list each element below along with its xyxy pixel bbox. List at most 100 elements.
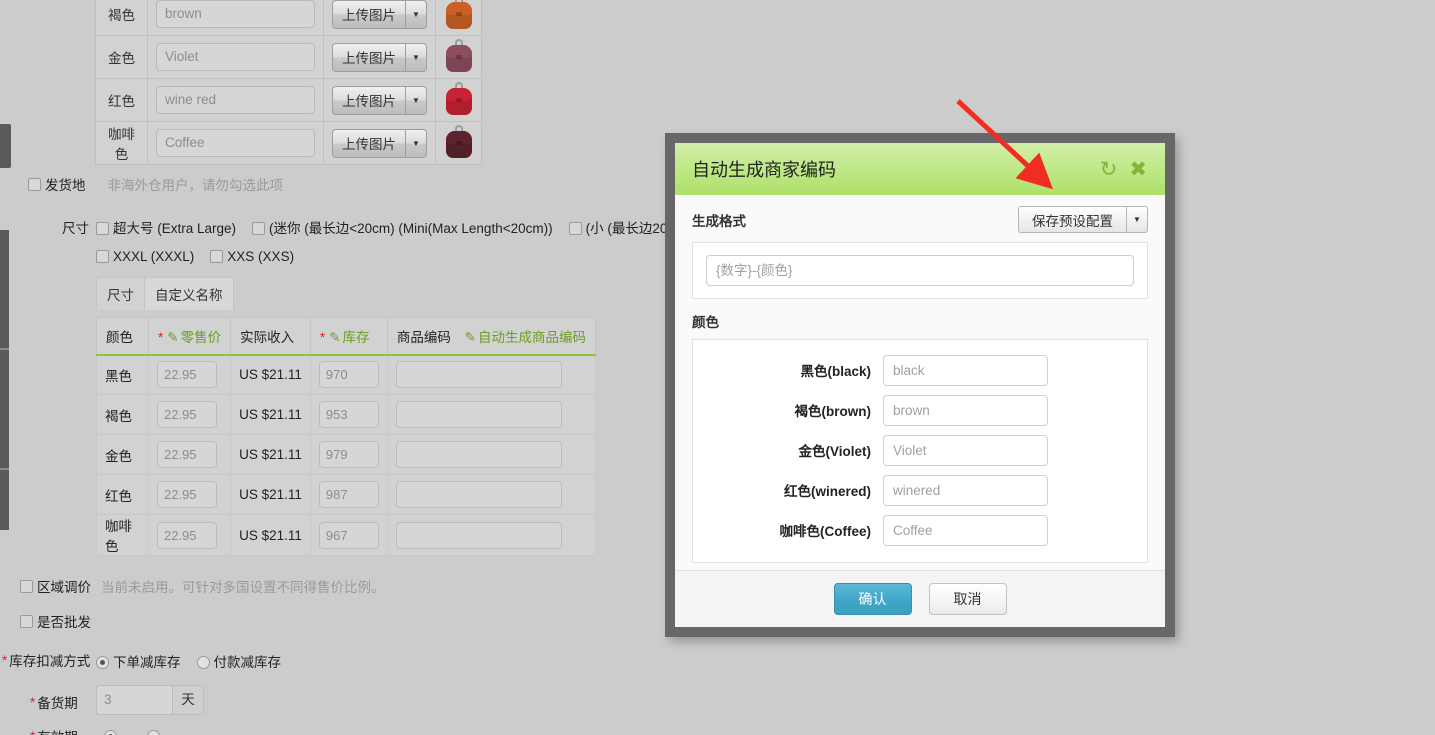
chevron-down-icon[interactable]: ▼ bbox=[405, 0, 427, 29]
ship-from-hint: 非海外仓用户，请勿勾选此项 bbox=[107, 178, 284, 193]
auto-sku-link[interactable]: 自动生成商品编码 bbox=[478, 330, 586, 345]
validity-option-2-radio[interactable] bbox=[146, 729, 160, 735]
color-field-input[interactable]: black bbox=[883, 354, 1048, 386]
validity-label-text: 有效期 bbox=[37, 726, 78, 735]
region-price-checkbox[interactable] bbox=[20, 579, 33, 593]
sku-input[interactable] bbox=[395, 441, 562, 468]
cell-color: 咖啡色 bbox=[96, 514, 149, 556]
stock-deduct-radio[interactable] bbox=[196, 656, 210, 669]
color-field-row: 金色(Violet) Violet bbox=[693, 430, 1147, 470]
close-icon[interactable]: ✖ bbox=[1129, 159, 1147, 180]
ship-from-checkbox[interactable] bbox=[28, 177, 41, 191]
size-option[interactable]: XXXL (XXXL) bbox=[96, 249, 194, 264]
auto-sku-modal: 自动生成商家编码 ↻ ✖ 生成格式 保存预设配置 ▼ {数字}-{颜色} 颜色 … bbox=[675, 143, 1165, 627]
cell-income: US $21.11 bbox=[230, 394, 311, 435]
color-value-input[interactable]: brown bbox=[156, 0, 315, 28]
col-stock-label[interactable]: 库存 bbox=[342, 330, 369, 345]
cell-retail: 22.95 bbox=[147, 474, 232, 515]
chevron-down-icon[interactable]: ▼ bbox=[405, 42, 427, 72]
cell-income: US $21.11 bbox=[230, 474, 311, 515]
required-mark: * bbox=[30, 694, 36, 710]
size-option-checkbox[interactable] bbox=[96, 250, 109, 263]
retail-price-input[interactable]: 22.95 bbox=[157, 441, 217, 468]
save-preset-button[interactable]: 保存预设配置 ▼ bbox=[1018, 206, 1148, 233]
refresh-icon[interactable]: ↻ bbox=[1100, 159, 1118, 180]
stock-deduct-option[interactable]: 下单减库存 bbox=[96, 651, 181, 671]
backpack-thumbnail[interactable] bbox=[444, 0, 474, 29]
size-option[interactable]: (小 (最长边20-3 bbox=[568, 217, 679, 237]
size-option[interactable]: XXS (XXS) bbox=[210, 249, 294, 264]
stock-input[interactable]: 979 bbox=[318, 441, 379, 468]
tab-尺寸[interactable]: 尺寸 bbox=[96, 277, 145, 310]
format-input[interactable]: {数字}-{颜色} bbox=[706, 255, 1134, 286]
upload-image-button[interactable]: 上传图片 ▼ bbox=[332, 0, 427, 29]
modal-footer: 确认 取消 bbox=[675, 570, 1165, 627]
color-value-input[interactable]: wine red bbox=[156, 86, 315, 114]
size-option-checkbox[interactable] bbox=[568, 222, 582, 235]
wholesale-checkbox[interactable] bbox=[20, 614, 33, 628]
sku-input[interactable] bbox=[395, 521, 562, 549]
validity-option-1-radio[interactable] bbox=[103, 729, 117, 735]
tab-自定义名称[interactable]: 自定义名称 bbox=[144, 277, 234, 310]
size-option-checkbox[interactable] bbox=[96, 222, 109, 235]
cell-retail: 22.95 bbox=[147, 514, 232, 556]
backpack-thumbnail[interactable] bbox=[444, 124, 474, 158]
required-mark: * bbox=[158, 329, 164, 345]
stock-input[interactable]: 967 bbox=[318, 521, 379, 549]
size-option-checkbox[interactable] bbox=[252, 222, 266, 235]
col-sku: 商品编码 ✎ 自动生成商品编码 bbox=[386, 317, 596, 356]
size-option-label: 超大号 (Extra Large) bbox=[113, 221, 237, 236]
retail-price-input[interactable]: 22.95 bbox=[157, 361, 217, 389]
sku-input[interactable] bbox=[395, 401, 562, 428]
color-field-input[interactable]: winered bbox=[883, 474, 1048, 506]
edit-icon[interactable]: ✎ bbox=[465, 330, 476, 345]
chevron-down-icon[interactable]: ▼ bbox=[405, 128, 427, 158]
chevron-down-icon[interactable]: ▼ bbox=[405, 85, 427, 115]
lead-time-input[interactable]: 3 bbox=[96, 685, 172, 715]
region-price-hint: 当前未启用。可针对多国设置不同得售价比例。 bbox=[101, 580, 385, 595]
table-row: 金色 22.95 US $21.11 979 bbox=[96, 434, 596, 475]
color-field-input[interactable]: Coffee bbox=[883, 514, 1048, 546]
edit-icon[interactable]: ✎ bbox=[167, 330, 178, 345]
sku-input[interactable] bbox=[395, 361, 562, 389]
color-upload-row: 褐色 brown 上传图片 ▼ bbox=[95, 0, 482, 36]
stock-deduct-radio[interactable] bbox=[96, 656, 109, 669]
upload-image-button[interactable]: 上传图片 ▼ bbox=[332, 128, 427, 158]
backpack-thumbnail[interactable] bbox=[444, 38, 474, 72]
chevron-down-icon[interactable]: ▼ bbox=[1126, 206, 1148, 233]
size-label-text: 尺寸 bbox=[62, 221, 89, 236]
format-section-header: 生成格式 保存预设配置 ▼ bbox=[675, 195, 1165, 242]
required-mark: * bbox=[319, 329, 326, 345]
stock-deduct-option[interactable]: 付款减库存 bbox=[196, 651, 282, 671]
color-value-input[interactable]: Coffee bbox=[156, 129, 315, 157]
size-option-label: XXS (XXS) bbox=[227, 249, 295, 264]
color-field-row: 红色(winered) winered bbox=[693, 470, 1147, 510]
stock-input[interactable]: 953 bbox=[318, 401, 379, 428]
stock-input[interactable]: 970 bbox=[318, 361, 379, 389]
color-value-cell: brown bbox=[147, 0, 324, 36]
color-value-cell: Violet bbox=[147, 35, 324, 79]
thumbnail-cell bbox=[435, 121, 482, 165]
screen: 褐色 brown 上传图片 ▼ 金色 Violet 上传图片 ▼ 红色 wine red 上传图片 ▼… bbox=[0, 0, 1435, 735]
sku-input[interactable] bbox=[395, 481, 562, 508]
color-value-input[interactable]: Violet bbox=[156, 43, 315, 71]
retail-price-input[interactable]: 22.95 bbox=[157, 521, 217, 549]
backpack-thumbnail[interactable] bbox=[444, 81, 474, 115]
retail-price-input[interactable]: 22.95 bbox=[157, 401, 217, 428]
edit-icon[interactable]: ✎ bbox=[329, 330, 340, 345]
size-option[interactable]: 超大号 (Extra Large) bbox=[96, 217, 236, 237]
cell-retail: 22.95 bbox=[147, 354, 232, 395]
stock-input[interactable]: 987 bbox=[318, 481, 379, 508]
upload-image-button[interactable]: 上传图片 ▼ bbox=[332, 85, 427, 115]
retail-price-input[interactable]: 22.95 bbox=[157, 481, 217, 508]
upload-image-button[interactable]: 上传图片 ▼ bbox=[332, 42, 427, 72]
stock-deduct-option-label: 付款减库存 bbox=[213, 655, 282, 670]
size-option-checkbox[interactable] bbox=[210, 250, 224, 263]
confirm-button[interactable]: 确认 bbox=[833, 583, 912, 615]
color-field-input[interactable]: Violet bbox=[883, 434, 1048, 466]
color-field-input[interactable]: brown bbox=[883, 394, 1048, 426]
cancel-button[interactable]: 取消 bbox=[928, 583, 1007, 615]
cell-sku bbox=[386, 434, 596, 475]
size-option[interactable]: (迷你 (最长边<20cm) (Mini(Max Length<20cm)) bbox=[252, 217, 553, 237]
col-retail-label[interactable]: 零售价 bbox=[181, 330, 222, 345]
